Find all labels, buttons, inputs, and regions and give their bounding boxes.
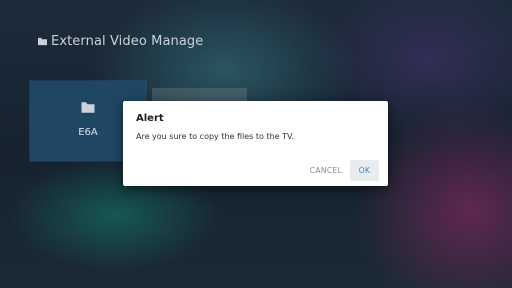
- alert-dialog: Alert Are you sure to copy the files to …: [123, 101, 388, 186]
- dialog-message: Are you sure to copy the files to the TV…: [136, 132, 295, 141]
- ok-button[interactable]: OK: [350, 160, 379, 181]
- folder-icon: [38, 37, 47, 45]
- page-header: External Video Manage: [37, 33, 203, 49]
- page-title: External Video Manage: [51, 33, 204, 49]
- cancel-button[interactable]: CANCEL: [305, 160, 347, 181]
- folder-icon: [81, 102, 95, 113]
- dialog-title: Alert: [136, 113, 164, 124]
